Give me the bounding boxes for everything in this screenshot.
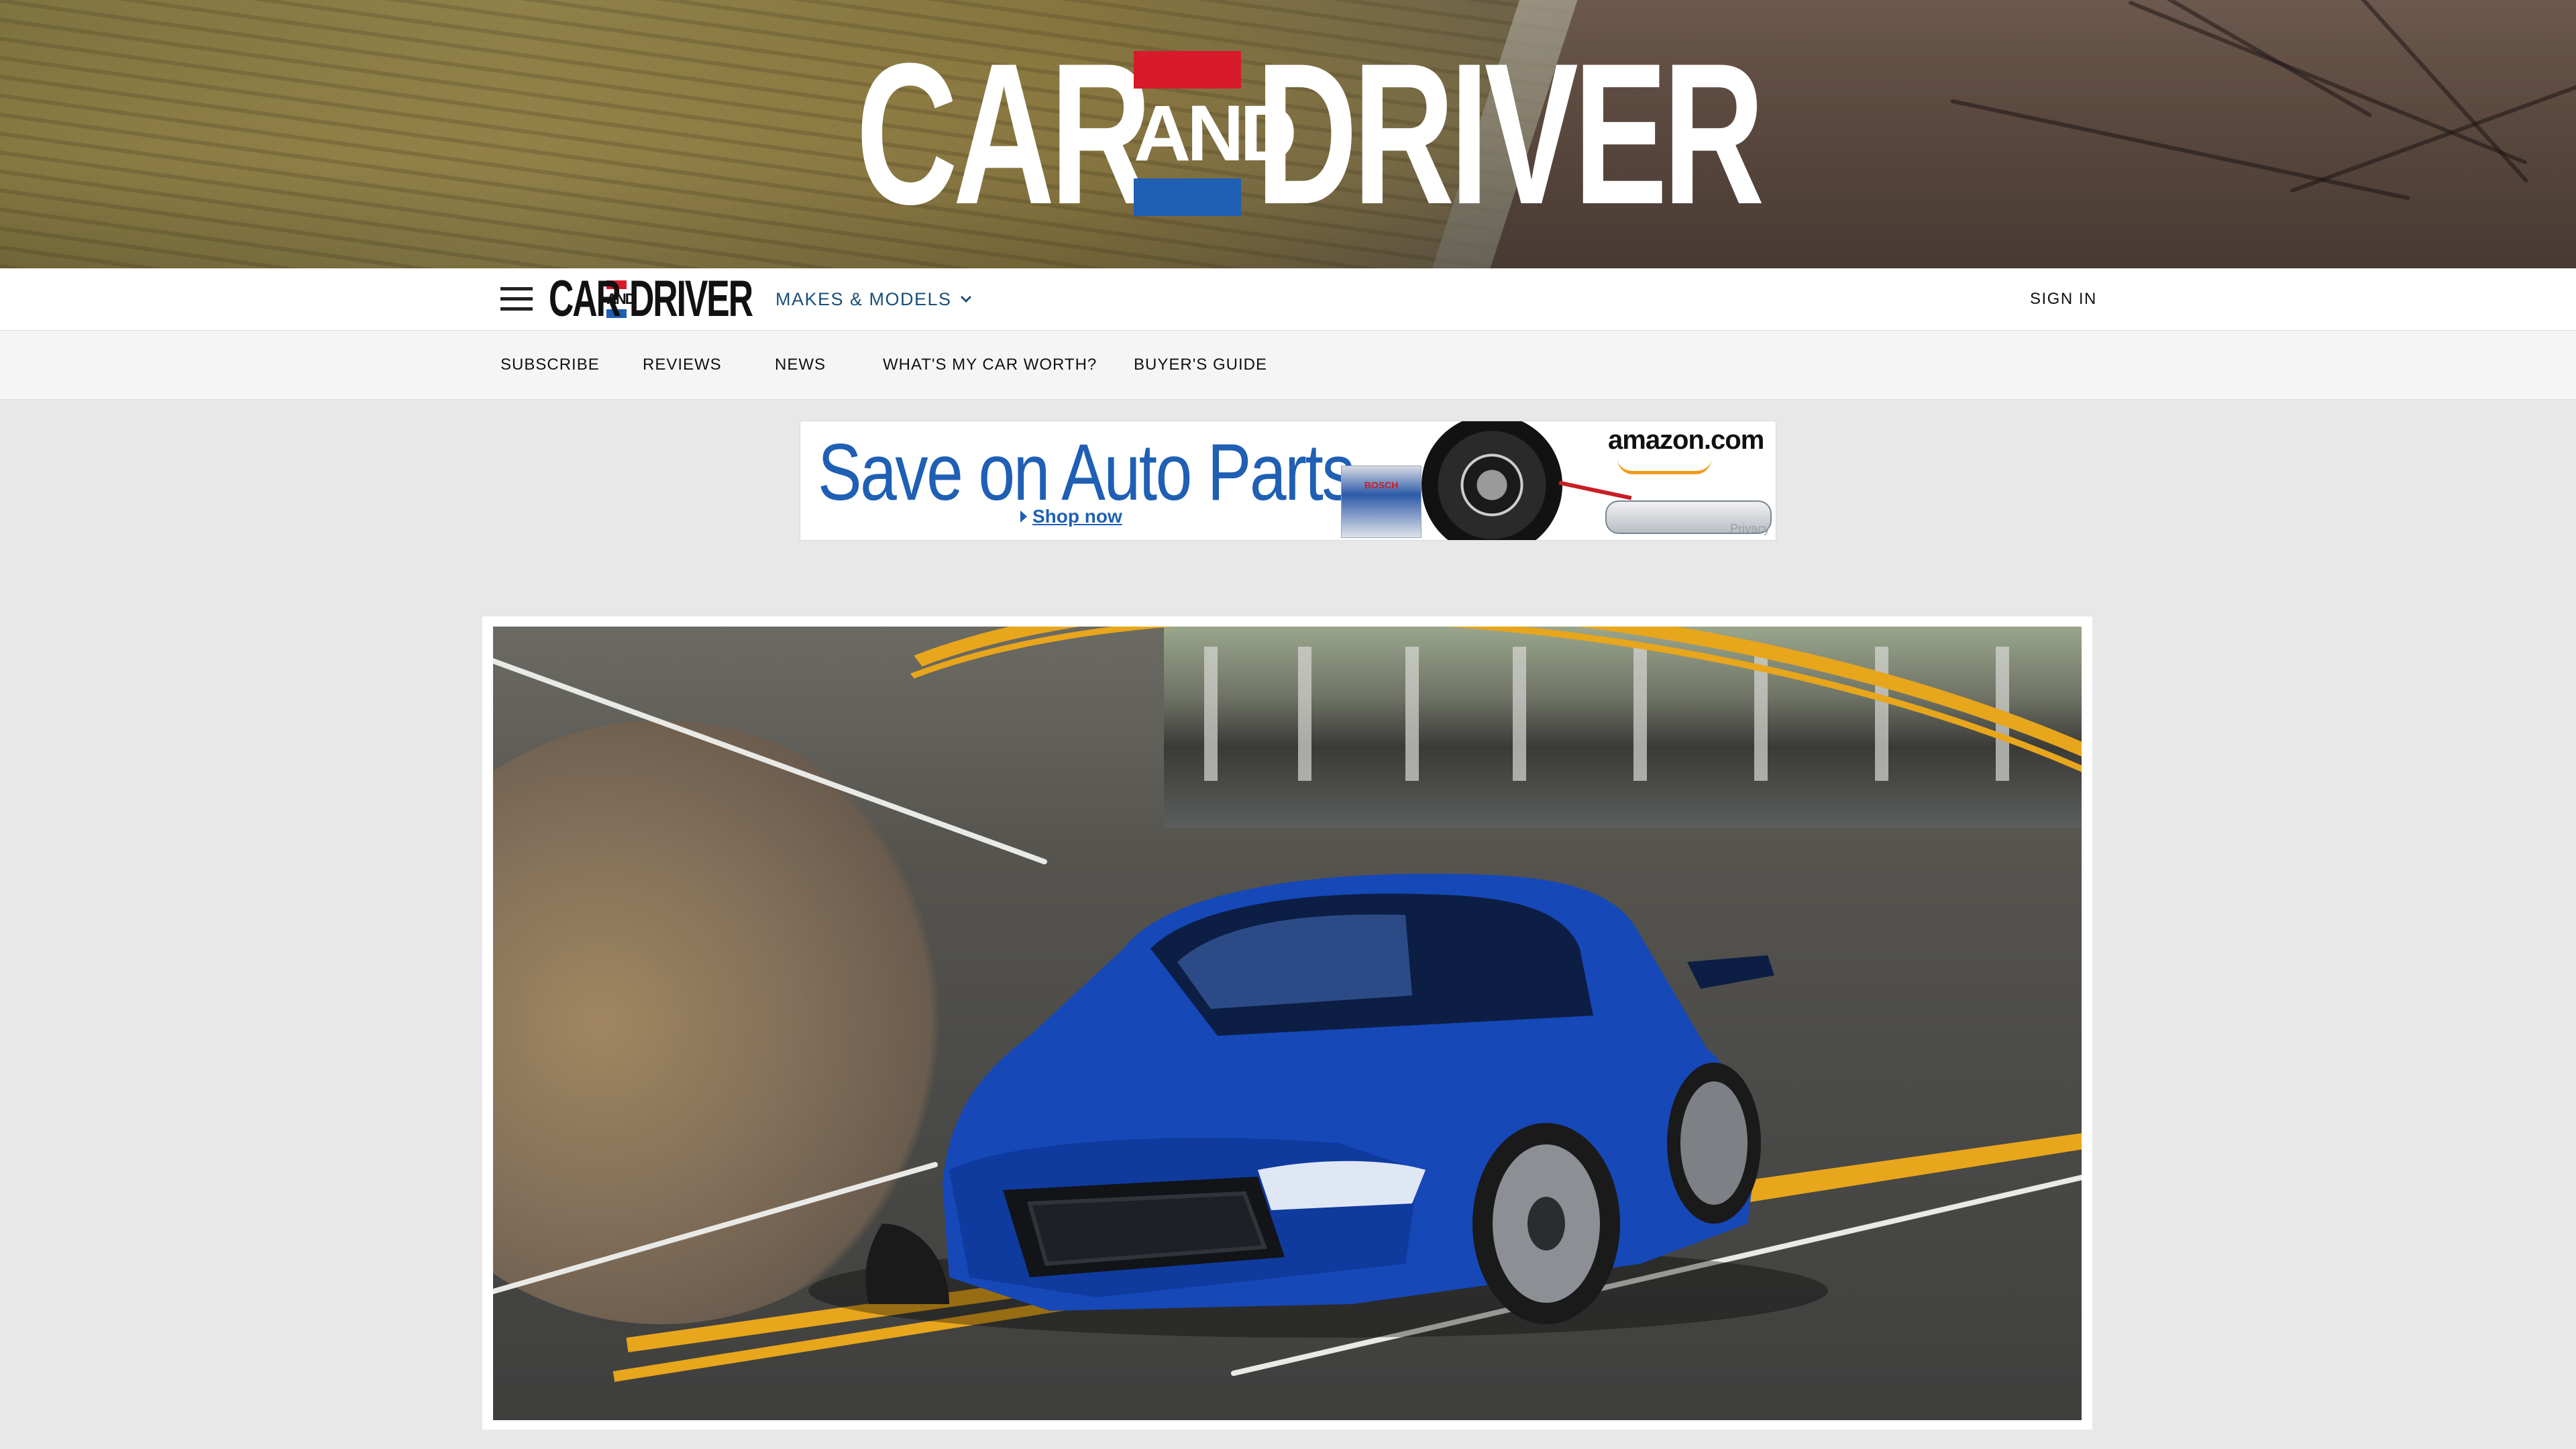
ad-headline: Save on Auto Parts <box>818 427 1355 517</box>
makes-models-label: MAKES & MODELS <box>775 288 952 309</box>
car-and-driver-logo[interactable]: CAR AND DRIVER <box>856 21 1764 246</box>
logo-driver-text: DRIVER <box>1256 21 1764 246</box>
makes-models-dropdown[interactable]: MAKES & MODELS <box>775 288 972 310</box>
logo-red-bar <box>1134 51 1241 89</box>
nav-logo-driver-text: DRIVER <box>629 270 753 327</box>
chevron-down-icon <box>960 295 971 303</box>
blue-sports-car-on-curved-road-image[interactable] <box>493 627 2082 1420</box>
play-arrow-icon <box>1020 511 1027 523</box>
amazon-logo-text: amazon.com <box>1608 425 1764 455</box>
subnav-item-news[interactable]: NEWS <box>775 354 826 376</box>
wheel-image <box>1421 421 1562 540</box>
masthead-banner: CAR AND DRIVER <box>0 0 2576 268</box>
subnav-item-car-worth[interactable]: WHAT'S MY CAR WORTH? <box>883 354 1097 376</box>
logo-car-text: CAR <box>856 21 1152 246</box>
logo-and-text: AND <box>1134 89 1297 178</box>
nav-logo-car-text: CAR <box>549 270 621 327</box>
logo-blue-bar <box>1134 178 1241 216</box>
hamburger-menu-icon[interactable] <box>500 284 533 314</box>
hero-image-frame <box>482 616 2092 1430</box>
subnav-item-subscribe[interactable]: SUBSCRIBE <box>500 354 600 376</box>
subnav-item-reviews[interactable]: REVIEWS <box>643 354 722 376</box>
ad-shop-now-label: Shop now <box>1032 506 1122 527</box>
sign-in-link[interactable]: SIGN IN <box>2030 288 2097 310</box>
product-box-label: BOSCH <box>1364 480 1399 490</box>
logo-and-block: AND <box>1134 51 1297 216</box>
nav-logo[interactable]: CAR AND DRIVER <box>549 270 753 327</box>
amazon-auto-parts-ad[interactable]: Save on Auto Parts Shop now BOSCH amazon… <box>800 421 1776 541</box>
product-box-image: BOSCH <box>1341 466 1421 538</box>
blue-mustang-car <box>808 873 1828 1338</box>
main-navigation: CAR AND DRIVER MAKES & MODELS SIGN IN <box>0 268 2576 331</box>
charger-cable-image <box>1558 480 1632 500</box>
subnav-item-buyers-guide[interactable]: BUYER'S GUIDE <box>1134 354 1267 376</box>
secondary-navigation: SUBSCRIBE REVIEWS NEWS WHAT'S MY CAR WOR… <box>0 331 2576 400</box>
ad-privacy-link[interactable]: Privacy <box>1730 522 1770 536</box>
amazon-smile-icon <box>1617 459 1711 474</box>
ad-shop-now-link[interactable]: Shop now <box>1020 506 1122 527</box>
